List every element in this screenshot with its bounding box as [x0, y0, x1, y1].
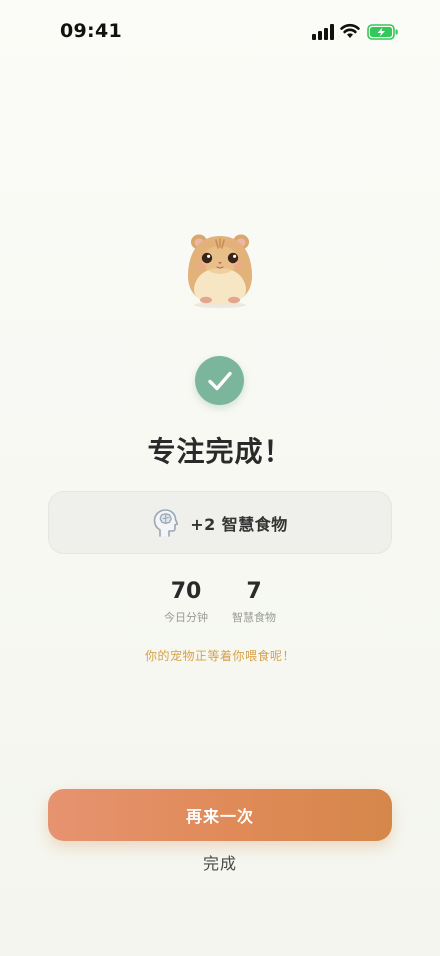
success-check-badge — [195, 356, 244, 405]
status-time: 09:41 — [60, 20, 122, 42]
stat-wisdom-food: 7 智慧食物 — [214, 578, 294, 625]
brain-head-icon — [153, 508, 179, 537]
again-button[interactable]: 再来一次 — [48, 789, 392, 841]
feed-hint-text: 你的宠物正等着你喂食呢！ — [144, 649, 295, 663]
reward-text: +2 智慧食物 — [190, 514, 288, 534]
check-icon — [207, 371, 232, 390]
stat-label: 智慧食物 — [232, 611, 276, 624]
hamster-icon — [188, 234, 252, 308]
stat-value: 7 — [246, 579, 262, 604]
completion-title: 专注完成！ — [147, 435, 293, 468]
signal-icon — [312, 24, 334, 40]
focus-complete-screen: 09:41 专注完成！ +2 智慧食物 70 今日分钟 7 智慧食物 你的宠物正… — [0, 0, 440, 956]
reward-card: +2 智慧食物 — [48, 491, 392, 554]
battery-charging-icon — [367, 24, 398, 40]
wifi-icon — [340, 23, 360, 38]
status-bar: 09:41 — [0, 0, 440, 64]
done-button[interactable]: 完成 — [170, 850, 270, 878]
